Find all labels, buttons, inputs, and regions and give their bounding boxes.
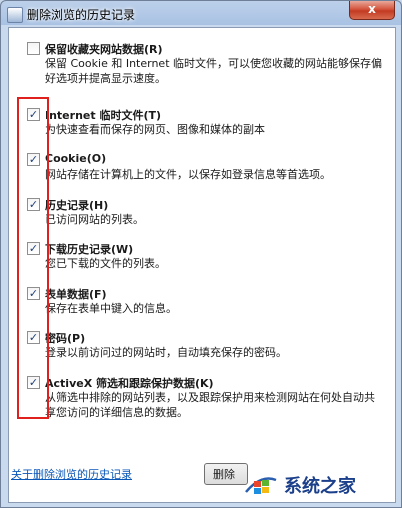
option-title: 保留收藏夹网站数据(R)	[45, 43, 163, 56]
option-desc: 保存在表单中键入的信息。	[45, 302, 177, 315]
window-title: 删除浏览的历史记录	[27, 8, 136, 22]
option-title: 历史记录(H)	[45, 199, 109, 212]
highlight-box	[17, 97, 49, 419]
option-desc: 您已下载的文件的列表。	[45, 257, 166, 270]
option-title: 下载历史记录(W)	[45, 243, 134, 256]
option-title: Internet 临时文件(T)	[45, 109, 162, 122]
option-desc: 为快速查看而保存的网页、图像和媒体的副本	[45, 123, 265, 136]
dialog-content: 保留收藏夹网站数据(R) 保留 Cookie 和 Internet 临时文件，可…	[8, 27, 396, 503]
option-desc: 保留 Cookie 和 Internet 临时文件，可以使您收藏的网站能够保存偏…	[45, 57, 382, 85]
option-title: ActiveX 筛选和跟踪保护数据(K)	[45, 377, 214, 390]
windows-logo-icon	[242, 472, 280, 498]
option-title: 表单数据(F)	[45, 288, 107, 301]
title-bar: 删除浏览的历史记录 x	[1, 1, 401, 27]
watermark-text: 系统之家	[284, 476, 356, 497]
option-title: 密码(P)	[45, 332, 86, 345]
delete-history-dialog: 删除浏览的历史记录 x 保留收藏夹网站数据(R) 保留 Cookie 和 Int…	[0, 0, 402, 508]
option-desc: 登录以前访问过的网站时，自动填充保存的密码。	[45, 346, 287, 359]
app-icon	[7, 7, 23, 23]
close-button[interactable]: x	[349, 1, 395, 20]
option-desc: 从筛选中排除的网站列表，以及跟踪保护用来检测网站在何处自动共享您访问的详细信息的…	[45, 391, 375, 419]
option-desc: 网站存储在计算机上的文件，以保存如登录信息等首选项。	[45, 168, 331, 181]
option-title: Cookie(O)	[45, 152, 107, 165]
option-desc: 已访问网站的列表。	[45, 213, 144, 226]
watermark: 系统之家	[242, 470, 356, 500]
checkbox[interactable]	[27, 42, 40, 55]
about-delete-history-link[interactable]: 关于删除浏览的历史记录	[11, 466, 132, 482]
